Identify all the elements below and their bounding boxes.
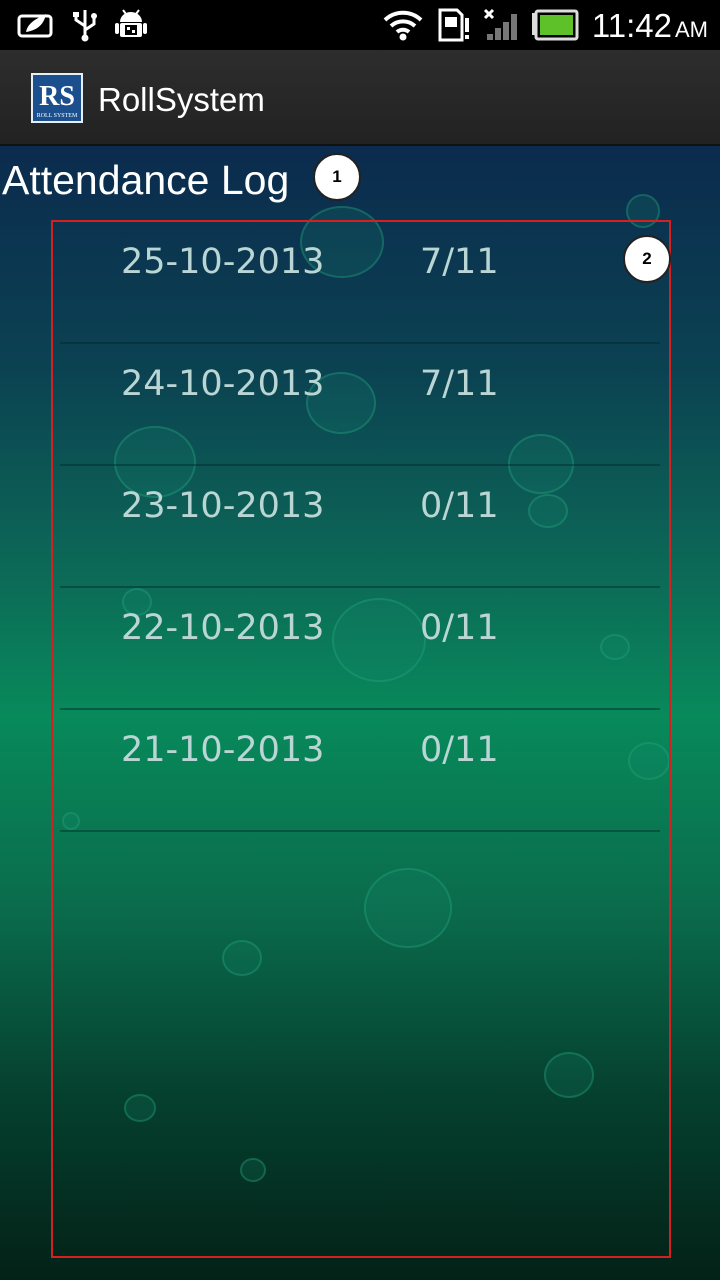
callout-badge-2: 2 [623,235,671,283]
page-title: Attendance Log [2,157,290,203]
app-title: RollSystem [98,81,265,118]
log-attendance-count: 7/11 [420,364,499,404]
log-attendance-count: 7/11 [420,242,499,282]
sim-card-alert-icon [438,8,469,42]
list-item[interactable]: 23-10-2013 0/11 [60,466,660,588]
logo-letters: RS [39,81,75,112]
attendance-log-list[interactable]: 25-10-2013 7/11 24-10-2013 7/11 23-10-20… [60,222,660,832]
log-date: 21-10-2013 [121,730,325,770]
log-date: 24-10-2013 [121,364,325,404]
callout-badge-1: 1 [313,153,361,201]
logo-caption: ROLL SYSTEM [37,113,78,119]
status-bar: 11:42 AM [0,0,720,50]
log-date: 23-10-2013 [121,486,325,526]
app-logo[interactable]: RS ROLL SYSTEM [31,73,83,123]
android-debug-icon [115,9,147,37]
wifi-icon [383,10,423,41]
log-attendance-count: 0/11 [420,486,499,526]
status-time-ampm: AM [675,17,708,42]
usb-icon [73,10,97,42]
log-date: 25-10-2013 [121,242,325,282]
log-date: 22-10-2013 [121,608,325,648]
status-time: 11:42 AM [592,6,708,46]
list-item[interactable]: 22-10-2013 0/11 [60,588,660,710]
log-attendance-count: 0/11 [420,730,499,770]
list-item[interactable]: 25-10-2013 7/11 [60,222,660,344]
no-signal-icon [483,8,517,40]
status-time-value: 11:42 [591,7,672,44]
attendance-log-screen: Attendance Log 25-10-2013 7/11 24-10-201… [0,146,720,1280]
log-attendance-count: 0/11 [420,608,499,648]
rs-logo-icon: RS ROLL SYSTEM [37,81,78,119]
action-bar: RS ROLL SYSTEM RollSystem [0,50,720,146]
battery-icon [532,9,579,41]
list-item[interactable]: 24-10-2013 7/11 [60,344,660,466]
list-item[interactable]: 21-10-2013 0/11 [60,710,660,832]
phone-screen: 11:42 AM RS ROLL SYSTEM RollSystem Attend… [0,0,720,1280]
leaf-notification-icon [17,14,53,38]
